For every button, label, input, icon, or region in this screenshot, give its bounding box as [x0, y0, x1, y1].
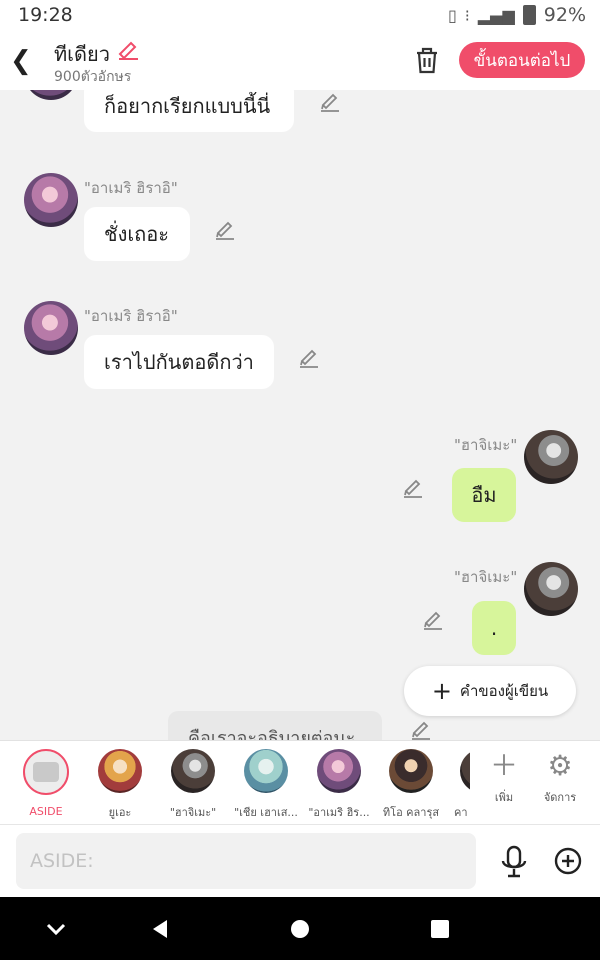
character-count: 900ตัวอักษร	[54, 69, 132, 85]
message-bubble-mine[interactable]: .	[472, 601, 516, 655]
message-bubble-aside[interactable]: คือเราจะอธิบายต่อนะ	[168, 711, 382, 740]
app-header: ❮ ทีเดียว 900ตัวอักษร ขั้นตอนต่อไป	[0, 32, 600, 90]
chat-area[interactable]: ก็อยากเรียกแบบนี้นี่ "อาเมริ ฮิราอิ" ชั่…	[0, 90, 600, 740]
back-arrow-icon[interactable]: ❮	[10, 46, 32, 76]
edit-message-icon[interactable]	[319, 90, 341, 112]
author-note-label: คำของผู้เขียน	[459, 682, 549, 700]
character-shea[interactable]: "เชีย เฮาเส...	[228, 747, 304, 821]
back-triangle-icon[interactable]	[144, 913, 176, 945]
character-label: ASIDE	[29, 805, 63, 818]
edit-message-icon[interactable]	[298, 346, 320, 368]
manage-characters-button[interactable]: ⚙ จัดการ	[532, 748, 588, 806]
avatar	[171, 749, 215, 793]
avatar-ameri[interactable]	[24, 173, 78, 227]
aside-icon	[23, 749, 69, 795]
microphone-icon[interactable]	[500, 845, 528, 879]
avatar-ameri[interactable]	[24, 90, 78, 100]
input-bar	[0, 824, 600, 898]
battery-icon	[522, 5, 536, 25]
avatar-hajime[interactable]	[524, 562, 578, 616]
status-bar: 19:28 ▯ ⁝ ▂▄▆ 92%	[0, 0, 600, 32]
speaker-name: "ฮาจิเมะ"	[454, 436, 518, 454]
avatar-hajime[interactable]	[524, 430, 578, 484]
status-time: 19:28	[18, 4, 73, 26]
home-circle-icon[interactable]	[284, 913, 316, 945]
character-ameri[interactable]: "อาเมริ ฮิร...	[301, 747, 377, 821]
battery-level: 92%	[543, 4, 586, 26]
edit-message-icon[interactable]	[410, 718, 432, 740]
message-bubble[interactable]: เราไปกันตอดีกว่า	[84, 335, 274, 389]
speaker-name: "อาเมริ ฮิราอิ"	[84, 307, 178, 325]
edit-message-icon[interactable]	[422, 608, 444, 630]
avatar	[317, 749, 361, 793]
character-partial[interactable]: คา	[440, 747, 470, 821]
character-label: คา	[454, 806, 468, 819]
avatar	[389, 749, 433, 793]
message-bubble-mine[interactable]: อืม	[452, 468, 516, 522]
chevron-down-icon[interactable]	[40, 913, 72, 945]
wifi-calling-icon: ⁝	[464, 5, 470, 25]
trash-icon[interactable]	[414, 46, 440, 74]
message-bubble[interactable]: ชั่งเถอะ	[84, 207, 190, 261]
vibrate-icon: ▯	[447, 5, 457, 25]
avatar-ameri[interactable]	[24, 301, 78, 355]
avatar	[98, 749, 142, 793]
add-label: เพิ่ม	[494, 791, 514, 804]
character-label: "อาเมริ ฮิร...	[308, 806, 370, 819]
edit-message-icon[interactable]	[214, 218, 236, 240]
status-icons: ▯ ⁝ ▂▄▆ 92%	[448, 4, 586, 26]
character-tio[interactable]: ทิโอ คลารุส	[373, 747, 449, 821]
character-aside[interactable]: ASIDE	[8, 747, 84, 818]
message-input[interactable]	[16, 833, 476, 889]
plus-icon: +	[431, 677, 452, 705]
system-nav-bar	[0, 897, 600, 960]
message-bubble[interactable]: ก็อยากเรียกแบบนี้นี่	[84, 90, 294, 132]
manage-label: จัดการ	[543, 791, 577, 804]
signal-icon: ▂▄▆	[477, 5, 515, 25]
add-character-button[interactable]: ＋ เพิ่ม	[476, 748, 532, 806]
next-step-button[interactable]: ขั้นตอนต่อไป	[459, 42, 585, 78]
edit-title-icon[interactable]	[116, 36, 140, 60]
plus-icon: ＋	[489, 749, 518, 782]
speaker-name: "อาเมริ ฮิราอิ"	[84, 179, 178, 197]
add-circle-icon[interactable]	[554, 847, 582, 875]
character-label: ทิโอ คลารุส	[382, 806, 440, 819]
edit-message-icon[interactable]	[402, 476, 424, 498]
gear-icon: ⚙	[547, 749, 573, 782]
recents-square-icon[interactable]	[424, 913, 456, 945]
character-yue[interactable]: ยูเอะ	[82, 747, 158, 821]
avatar	[244, 749, 288, 793]
author-note-button[interactable]: + คำของผู้เขียน	[404, 666, 576, 716]
character-label: ยูเอะ	[108, 806, 132, 819]
character-label: "ฮาจิเมะ"	[169, 806, 217, 819]
character-hajime[interactable]: "ฮาจิเมะ"	[155, 747, 231, 821]
speaker-name: "ฮาจิเมะ"	[454, 568, 518, 586]
avatar	[460, 749, 470, 793]
character-label: "เชีย เฮาเส...	[234, 806, 298, 819]
